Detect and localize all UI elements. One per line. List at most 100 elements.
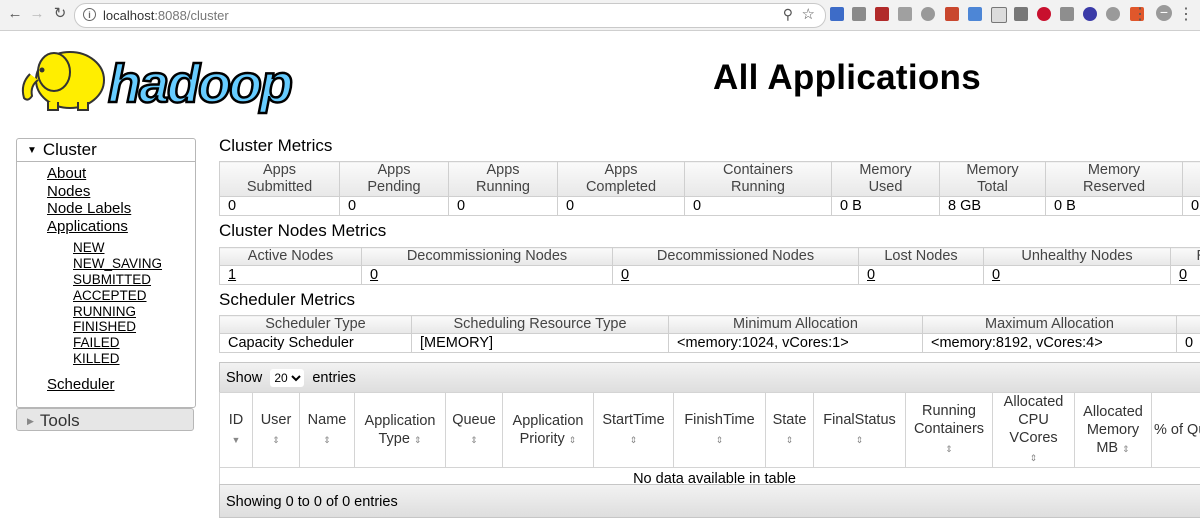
sort-icon: ⇕ xyxy=(323,435,331,445)
sidebar-state-finished[interactable]: FINISHED xyxy=(73,319,136,334)
col-percent-of-queue[interactable]: % of Queue xyxy=(1151,392,1200,468)
sort-icon: ⇕ xyxy=(715,435,724,445)
col-finish-time[interactable]: FinishTime ⇕ xyxy=(673,392,766,468)
col-unhealthy-nodes: Unhealthy Nodes xyxy=(983,247,1171,266)
entries-toolbar: Show 20 entries xyxy=(219,362,1200,392)
col-truncated: R xyxy=(1170,247,1200,266)
col-memory-total: Memory Total xyxy=(939,161,1046,197)
hadoop-logo: hadoop xyxy=(21,51,295,115)
triangle-down-icon: ▼ xyxy=(27,145,37,156)
col-scheduler-type: Scheduler Type xyxy=(219,315,412,334)
forward-icon[interactable]: → xyxy=(28,5,46,23)
extension-icon[interactable] xyxy=(968,7,982,21)
extension-icon[interactable] xyxy=(1106,7,1120,21)
cluster-metrics-title: Cluster Metrics xyxy=(219,136,333,155)
col-user[interactable]: User ⇕ xyxy=(252,392,300,468)
value-memory-used: 0 B xyxy=(831,196,940,216)
sidebar-link-about[interactable]: About xyxy=(47,165,86,182)
extension-icon[interactable] xyxy=(991,7,1007,23)
col-apps-completed: Apps Completed xyxy=(557,161,685,197)
value-memory-reserved: 0 B xyxy=(1045,196,1183,216)
sidebar-tools[interactable]: ▶ Tools xyxy=(16,408,194,431)
value-decommissioning-nodes[interactable]: 0 xyxy=(361,265,613,285)
col-truncated xyxy=(1176,315,1200,334)
sidebar-link-nodes[interactable]: Nodes xyxy=(47,183,90,200)
col-decommissioned-nodes: Decommissioned Nodes xyxy=(612,247,859,266)
value-apps-pending: 0 xyxy=(339,196,449,216)
sidebar-state-new-saving[interactable]: NEW_SAVING xyxy=(73,256,162,271)
sort-icon: ⇕ xyxy=(855,435,864,445)
col-lost-nodes: Lost Nodes xyxy=(858,247,984,266)
value-scheduling-resource-type: [MEMORY] xyxy=(411,333,669,353)
sort-icon: ⇕ xyxy=(629,435,638,445)
extension-icon[interactable] xyxy=(945,7,959,21)
col-name[interactable]: Name ⇕ xyxy=(299,392,355,468)
sidebar-link-scheduler[interactable]: Scheduler xyxy=(47,376,115,393)
sidebar-state-accepted[interactable]: ACCEPTED xyxy=(73,288,147,303)
zoom-icon[interactable]: ⚲ xyxy=(783,6,793,23)
page-title: All Applications xyxy=(713,58,981,97)
col-memory-reserved: Memory Reserved xyxy=(1045,161,1183,197)
col-maximum-allocation: Maximum Allocation xyxy=(922,315,1177,334)
extension-icon[interactable] xyxy=(921,7,935,21)
back-icon[interactable]: ← xyxy=(6,5,24,23)
bookmark-star-icon[interactable]: ☆ xyxy=(802,5,815,23)
col-state[interactable]: State ⇕ xyxy=(765,392,814,468)
col-final-status[interactable]: FinalStatus ⇕ xyxy=(813,392,906,468)
sidebar-link-applications[interactable]: Applications xyxy=(47,218,128,235)
sidebar-state-new[interactable]: NEW xyxy=(73,240,105,255)
extension-icon[interactable] xyxy=(830,7,844,21)
menu-dots-icon[interactable]: ⋮ xyxy=(1132,4,1148,24)
value-apps-submitted: 0 xyxy=(219,196,340,216)
sidebar-state-submitted[interactable]: SUBMITTED xyxy=(73,272,151,287)
cluster-nodes-metrics-title: Cluster Nodes Metrics xyxy=(219,221,387,240)
sidebar-link-node-labels[interactable]: Node Labels xyxy=(47,200,131,217)
logo-wordmark: hadoop xyxy=(108,54,292,114)
address-bar[interactable]: i localhost:8088/cluster ⚲ ☆ xyxy=(74,3,826,28)
col-decommissioning-nodes: Decommissioning Nodes xyxy=(361,247,613,266)
url-text[interactable]: localhost:8088/cluster xyxy=(103,8,229,23)
value-active-nodes[interactable]: 1 xyxy=(219,265,362,285)
value-unhealthy-nodes[interactable]: 0 xyxy=(983,265,1171,285)
value-lost-nodes[interactable]: 0 xyxy=(858,265,984,285)
scheduler-metrics-table: Scheduler Type Scheduling Resource Type … xyxy=(219,315,1200,353)
triangle-right-icon: ▶ xyxy=(27,416,34,426)
col-memory-used: Memory Used xyxy=(831,161,940,197)
sort-icon: ⇕ xyxy=(1029,453,1038,463)
extension-icon[interactable] xyxy=(1083,7,1097,21)
col-id[interactable]: ID ▼ xyxy=(219,392,253,468)
download-icon[interactable] xyxy=(1014,7,1028,21)
value-truncated[interactable]: 0 xyxy=(1170,265,1200,285)
sort-icon: ⇕ xyxy=(272,435,280,445)
sidebar-state-running[interactable]: RUNNING xyxy=(73,304,136,319)
col-application-type[interactable]: Application Type ⇕ xyxy=(354,392,446,468)
chrome-menu-icon[interactable]: ⋮ xyxy=(1178,4,1194,24)
sidebar-state-failed[interactable]: FAILED xyxy=(73,335,120,350)
cluster-metrics-table: Apps Submitted Apps Pending Apps Running Ap… xyxy=(219,161,1200,216)
entries-select[interactable]: 20 xyxy=(270,369,305,387)
adblock-icon[interactable] xyxy=(1037,7,1051,21)
col-running-containers[interactable]: Running Containers ⇕ xyxy=(905,392,993,468)
col-allocated-memory-mb[interactable]: Allocated Memory MB ⇕ xyxy=(1074,392,1152,468)
extension-icon[interactable] xyxy=(1060,7,1074,21)
sort-icon: ⇕ xyxy=(470,435,478,445)
extension-icon[interactable] xyxy=(875,7,889,21)
value-scheduler-type: Capacity Scheduler xyxy=(219,333,412,353)
sidebar-state-killed[interactable]: KILLED xyxy=(73,351,120,366)
extension-icon[interactable] xyxy=(898,7,912,21)
info-icon[interactable]: i xyxy=(83,8,96,21)
sidebar-cluster-header[interactable]: ▼ Cluster xyxy=(17,139,195,162)
extension-icon[interactable] xyxy=(852,7,866,21)
col-application-priority[interactable]: Application Priority ⇕ xyxy=(502,392,594,468)
value-apps-running: 0 xyxy=(448,196,558,216)
col-allocated-cpu-vcores[interactable]: Allocated CPU VCores ⇕ xyxy=(992,392,1075,468)
value-decommissioned-nodes[interactable]: 0 xyxy=(612,265,859,285)
col-start-time[interactable]: StartTime ⇕ xyxy=(593,392,674,468)
profile-icon[interactable]: − xyxy=(1156,5,1172,21)
col-queue[interactable]: Queue ⇕ xyxy=(445,392,503,468)
col-minimum-allocation: Minimum Allocation xyxy=(668,315,923,334)
reload-icon[interactable]: ↻ xyxy=(51,5,69,23)
value-maximum-allocation: <memory:8192, vCores:4> xyxy=(922,333,1177,353)
value-truncated: 0 xyxy=(1182,196,1200,216)
sort-desc-icon: ▼ xyxy=(231,435,241,445)
